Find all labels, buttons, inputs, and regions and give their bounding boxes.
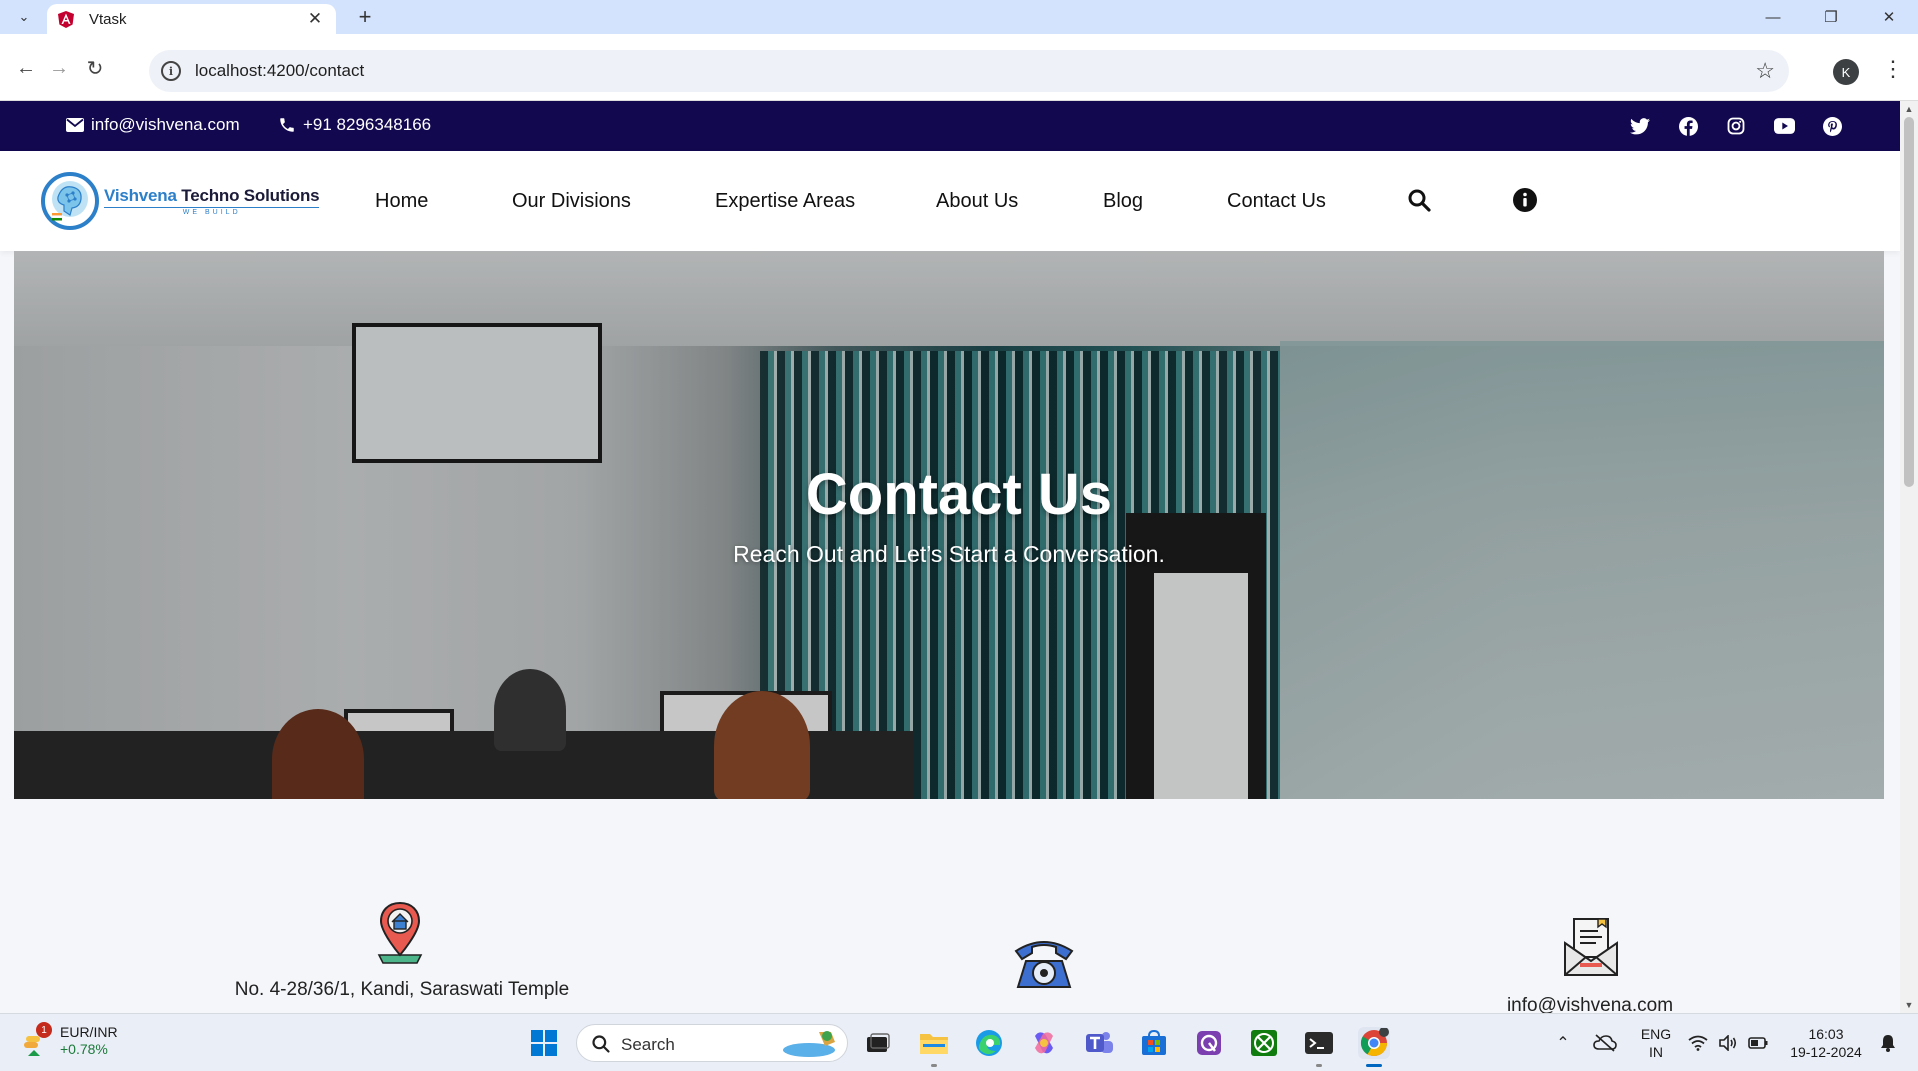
envelope-icon [66, 118, 84, 132]
active-window-indicator [1366, 1064, 1382, 1067]
edge-browser-icon[interactable] [973, 1027, 1005, 1059]
contact-address: No. 4-28/36/1, Kandi, Saraswati Temple [234, 979, 570, 1000]
running-indicator [1316, 1064, 1322, 1067]
hero-banner: Contact Us Reach Out and Let’s Start a C… [14, 251, 1884, 799]
nav-link-our-divisions[interactable]: Our Divisions [512, 190, 631, 213]
social-links [1628, 115, 1844, 137]
minimize-button[interactable]: — [1744, 0, 1802, 34]
logo-tagline: WE BUILD [104, 207, 320, 216]
app-icon[interactable] [1193, 1027, 1225, 1059]
logo-name: Vishvena Techno Solutions [104, 186, 320, 206]
profile-avatar[interactable]: K [1833, 59, 1859, 85]
nav-link-expertise-areas[interactable]: Expertise Areas [715, 190, 855, 213]
widget-currency-pair: EUR/INR [60, 1024, 118, 1040]
microsoft-store-icon[interactable] [1138, 1027, 1170, 1059]
search-placeholder: Search [621, 1035, 675, 1054]
tab-title: Vtask [89, 10, 127, 28]
show-hidden-icons-chevron-icon[interactable]: ⌃ [1548, 1033, 1578, 1053]
search-icon[interactable] [1406, 187, 1432, 213]
system-tray: ⌃ ENG IN 16:03 19-12-2024 [1548, 1014, 1896, 1071]
clock-time: 16:03 [1808, 1026, 1844, 1042]
url-text[interactable]: localhost:4200/contact [195, 61, 364, 81]
nav-link-about-us[interactable]: About Us [936, 190, 1018, 213]
region-code: IN [1649, 1044, 1663, 1060]
onedrive-offline-icon[interactable] [1590, 1034, 1620, 1052]
teams-icon[interactable] [1083, 1027, 1115, 1059]
angular-favicon-icon [57, 10, 75, 28]
window-controls: — ❐ ✕ [1744, 0, 1918, 34]
address-bar[interactable]: i localhost:4200/contact ☆ [149, 50, 1789, 92]
logo-name-part2: Techno Solutions [181, 186, 320, 205]
twitter-icon[interactable] [1628, 115, 1652, 137]
reload-button[interactable]: ↻ [81, 54, 109, 82]
widget-change: +0.78% [60, 1041, 108, 1057]
language-indicator[interactable]: ENG IN [1638, 1025, 1674, 1061]
browser-tab[interactable]: Vtask ✕ [47, 4, 336, 34]
mail-envelope-icon [1562, 913, 1620, 984]
hero-subtitle: Reach Out and Let’s Start a Conversation… [733, 541, 1165, 567]
location-pin-icon [375, 899, 425, 970]
chrome-icon[interactable] [1358, 1027, 1390, 1067]
forward-button[interactable]: → [45, 54, 73, 82]
top-info-bar: info@vishvena.com +91 8296348166 [0, 101, 1900, 151]
phone-icon [280, 118, 294, 132]
scroll-up-arrow-icon[interactable]: ▲ [1900, 101, 1918, 117]
instagram-icon[interactable] [1724, 115, 1748, 137]
file-explorer-icon[interactable] [918, 1027, 950, 1067]
tab-close-icon[interactable]: ✕ [304, 9, 326, 29]
info-icon[interactable] [1512, 187, 1538, 213]
logo-name-part1: Vishvena [104, 186, 177, 205]
browser-toolbar: ← → ↻ i localhost:4200/contact ☆ K ⋮ [0, 34, 1918, 101]
tab-search-chevron-icon[interactable]: ⌄ [10, 6, 38, 28]
restore-button[interactable]: ❐ [1802, 0, 1860, 34]
youtube-icon[interactable] [1772, 115, 1796, 137]
main-navigation: Vishvena Techno Solutions WE BUILD Home … [0, 151, 1900, 251]
windows-start-icon[interactable] [528, 1027, 560, 1059]
search-icon [592, 1035, 610, 1053]
topbar-phone-text: +91 8296348166 [303, 115, 432, 134]
bookmark-star-icon[interactable]: ☆ [1755, 58, 1775, 84]
browser-tab-bar: ⌄ Vtask ✕ + — ❐ ✕ [0, 0, 1918, 34]
search-highlight-icon [783, 1031, 835, 1057]
browser-menu-icon[interactable]: ⋮ [1882, 56, 1904, 82]
telephone-icon [1012, 933, 1076, 996]
copilot-icon[interactable] [1028, 1027, 1060, 1059]
taskbar-search-box[interactable]: Search [576, 1024, 848, 1062]
hero-title: Contact Us [805, 462, 1113, 527]
facebook-icon[interactable] [1676, 115, 1700, 137]
topbar-phone[interactable]: +91 8296348166 [278, 115, 431, 135]
terminal-icon[interactable] [1303, 1027, 1335, 1067]
nav-link-home[interactable]: Home [375, 190, 428, 213]
wifi-icon[interactable] [1688, 1035, 1708, 1051]
language-code: ENG [1640, 1026, 1672, 1042]
topbar-email[interactable]: info@vishvena.com [66, 115, 240, 135]
notification-bell-icon[interactable] [1880, 1034, 1896, 1052]
site-info-icon[interactable]: i [161, 61, 181, 81]
scrollbar-thumb[interactable] [1904, 117, 1914, 487]
back-button[interactable]: ← [12, 54, 40, 82]
notification-badge: 1 [36, 1022, 52, 1038]
pinterest-icon[interactable] [1820, 115, 1844, 137]
page-scrollbar[interactable]: ▲ ▼ [1900, 101, 1918, 1013]
xbox-icon[interactable] [1248, 1027, 1280, 1059]
task-view-icon[interactable] [862, 1027, 894, 1059]
topbar-email-text: info@vishvena.com [91, 115, 240, 134]
nav-link-contact-us[interactable]: Contact Us [1227, 190, 1326, 213]
page-viewport: info@vishvena.com +91 8296348166 Vishven… [0, 101, 1900, 1013]
nav-link-blog[interactable]: Blog [1103, 190, 1143, 213]
new-tab-button[interactable]: + [352, 4, 378, 30]
clock[interactable]: 16:03 19-12-2024 [1786, 1025, 1866, 1061]
battery-icon[interactable] [1748, 1037, 1768, 1049]
close-window-button[interactable]: ✕ [1860, 0, 1918, 34]
windows-taskbar: 1 EUR/INR +0.78% Search ⌃ ENG IN 16:03 1… [0, 1013, 1918, 1071]
clock-date: 19-12-2024 [1790, 1044, 1862, 1060]
contact-email[interactable]: info@vishvena.com [1450, 995, 1730, 1013]
company-logo[interactable]: Vishvena Techno Solutions WE BUILD [40, 171, 320, 231]
running-indicator [931, 1064, 937, 1067]
logo-mark-icon [41, 172, 99, 230]
volume-icon[interactable] [1718, 1035, 1738, 1051]
scroll-down-arrow-icon[interactable]: ▼ [1900, 997, 1918, 1013]
weather-widget[interactable]: 1 EUR/INR +0.78% [22, 1022, 118, 1058]
